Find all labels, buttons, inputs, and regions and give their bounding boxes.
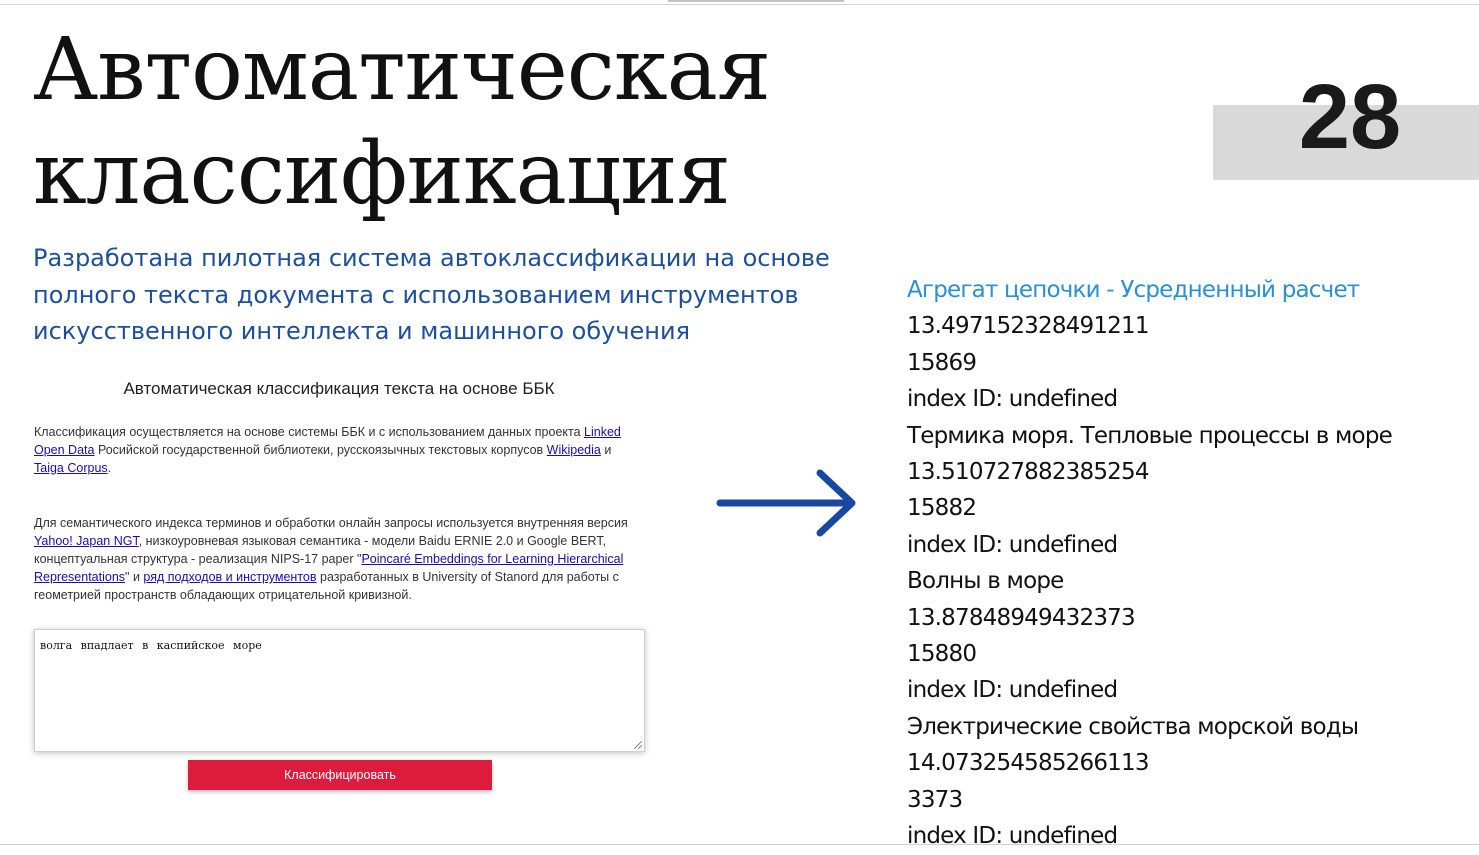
result-line: index ID: undefined	[907, 677, 1118, 704]
result-line: 13.87848949432373	[907, 604, 1136, 631]
page-number: 28	[1298, 66, 1402, 168]
result-line: 15869	[907, 349, 977, 376]
result-line: Волны в море	[907, 568, 1064, 595]
classify-button[interactable]: Классифицировать	[188, 760, 492, 790]
result-line: 13.497152328491211	[907, 313, 1149, 340]
text: Росийской государственной библиотеки, ру…	[94, 443, 547, 457]
result-line: 15880	[907, 641, 977, 668]
query-textarea[interactable]: волга впадлает в каспийское море	[34, 629, 645, 752]
slide-title: Автоматическая классификация	[33, 18, 771, 226]
query-text: волга впадлает в каспийское море	[40, 639, 262, 652]
bottom-border	[0, 844, 1479, 845]
text: .	[107, 461, 112, 475]
text: " и	[125, 570, 144, 584]
result-line: 13.510727882385254	[907, 459, 1149, 486]
result-line: Термика моря. Тепловые процессы в море	[907, 422, 1393, 449]
link-approaches-tools[interactable]: ряд подходов и инструментов	[143, 570, 316, 584]
text: Для семантического индекса терминов и об…	[34, 516, 628, 530]
slide-title-line-1: Автоматическая	[33, 20, 771, 120]
result-line: Электрические свойства морской воды	[907, 713, 1359, 740]
top-tab-indicator	[668, 0, 844, 2]
text: и	[600, 443, 612, 457]
results-panel: Агрегат цепочки - Усредненный расчет 13.…	[907, 272, 1467, 855]
result-line: 3373	[907, 786, 963, 813]
top-border	[0, 4, 1479, 5]
result-line: 14.073254585266113	[907, 750, 1149, 777]
result-line: index ID: undefined	[907, 531, 1118, 558]
arrow-right-icon	[716, 469, 856, 537]
result-line: index ID: undefined	[907, 823, 1118, 850]
results-title: Агрегат цепочки - Усредненный расчет	[907, 277, 1360, 303]
link-wikipedia[interactable]: Wikipedia	[547, 443, 601, 457]
link-taiga-corpus[interactable]: Taiga Corpus	[34, 461, 108, 475]
app-description-1: Классификация осуществляется на основе с…	[34, 423, 644, 477]
result-line: 15882	[907, 495, 977, 522]
link-yahoo-ngt[interactable]: Yahoo! Japan NGT	[34, 534, 139, 548]
slide-title-line-2: классификация	[33, 124, 731, 224]
text: Классификация осуществляется на основе с…	[34, 425, 585, 439]
app-description-2: Для семантического индекса терминов и об…	[34, 514, 644, 604]
resize-grip-icon[interactable]	[634, 741, 642, 749]
app-heading: Автоматическая классификация текста на о…	[123, 379, 555, 398]
slide-subtitle: Разработана пилотная система автоклассиф…	[33, 244, 830, 345]
result-line: index ID: undefined	[907, 386, 1118, 413]
